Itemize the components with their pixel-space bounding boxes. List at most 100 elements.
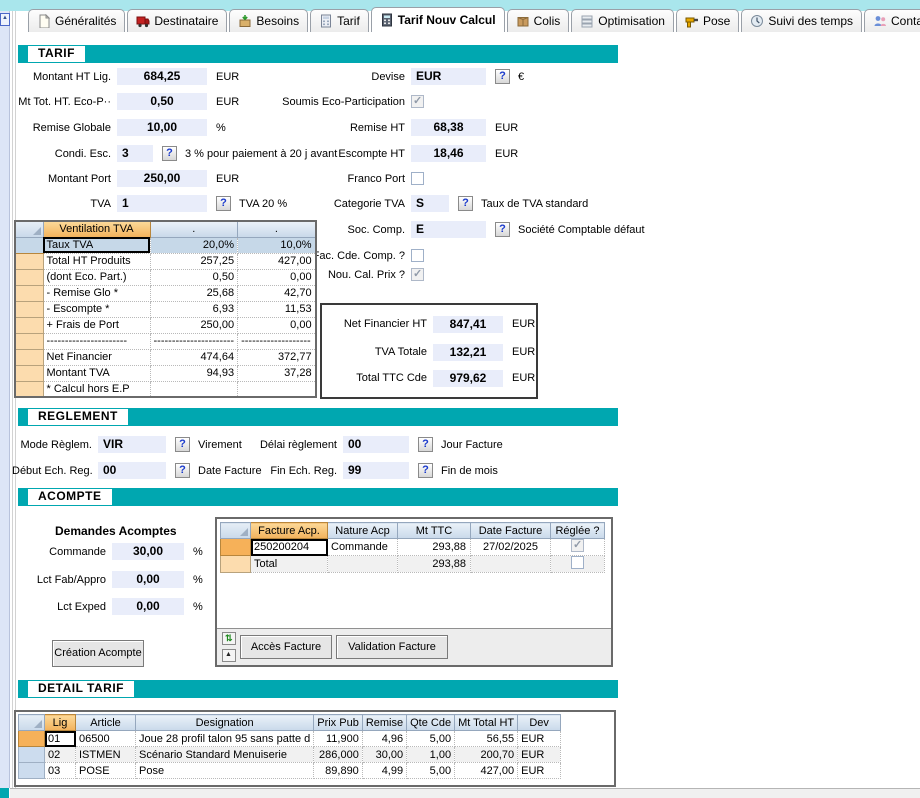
facture-cell[interactable]: Total [251,556,328,573]
article-cell[interactable]: 06500 [76,731,136,747]
fac-cde-comp-checkbox[interactable] [411,249,424,262]
dev-cell[interactable]: EUR [518,747,561,763]
row-header[interactable] [15,333,43,349]
row-header[interactable] [221,556,251,573]
ventilation-cell[interactable]: Montant TVA [43,365,150,381]
mt-tot-ht-ecop-input[interactable]: 0,50 [117,93,207,110]
qte-cde-cell[interactable]: 1,00 [407,747,455,763]
remise-ht-input[interactable]: 68,38 [411,119,486,136]
row-header[interactable] [15,317,43,333]
ventilation-cell[interactable]: 6,93 [150,301,238,317]
row-header[interactable] [15,349,43,365]
row-header[interactable] [15,285,43,301]
help-button[interactable]: ? [458,196,473,211]
up-triangle-icon[interactable] [222,649,236,662]
dev-cell[interactable]: EUR [518,763,561,779]
row-header[interactable] [221,539,251,556]
left-scrollbar[interactable] [0,11,10,788]
ventilation-cell[interactable]: 42,70 [238,285,316,301]
montant-ht-lig-input[interactable]: 684,25 [117,68,207,85]
row-header[interactable] [15,381,43,397]
row-header[interactable] [19,731,45,747]
ventilation-cell[interactable]: 474,64 [150,349,238,365]
lig-cell[interactable]: 02 [45,747,76,763]
help-button[interactable]: ? [175,437,190,452]
dev-cell[interactable]: EUR [518,731,561,747]
row-header[interactable] [15,253,43,269]
reglee-checkbox[interactable] [571,539,584,552]
tab-tarif[interactable]: Tarif [310,9,369,32]
categorie-tva-input[interactable]: S [411,195,449,212]
lct-exped-input[interactable]: 0,00 [112,598,184,615]
article-cell[interactable]: ISTMEN [76,747,136,763]
select-all-triangle-icon[interactable] [221,523,251,539]
validation-facture-button[interactable]: Validation Facture [336,635,448,659]
row-header[interactable] [19,763,45,779]
acces-facture-button[interactable]: Accès Facture [240,635,332,659]
devise-input[interactable]: EUR [411,68,486,85]
ventilation-cell[interactable]: 37,28 [238,365,316,381]
tab-pose[interactable]: Pose [676,9,739,32]
article-cell[interactable]: POSE [76,763,136,779]
help-button[interactable]: ? [175,463,190,478]
tab-contacts[interactable]: Contacts [864,9,920,32]
lig-cell[interactable]: 01 [45,731,76,747]
mt-ttc-cell[interactable]: 293,88 [398,556,471,573]
ventilation-cell[interactable]: Total HT Produits [43,253,150,269]
scroll-up-button[interactable] [0,13,10,26]
fin-ech-reg-input[interactable]: 99 [343,462,409,479]
ventilation-cell[interactable]: Taux TVA [43,237,150,253]
help-button[interactable]: ? [162,146,177,161]
remise-cell[interactable]: 4,99 [362,763,406,779]
ventilation-cell[interactable]: - Escompte * [43,301,150,317]
qte-cde-cell[interactable]: 5,00 [407,763,455,779]
ventilation-cell[interactable]: 250,00 [150,317,238,333]
designation-cell[interactable]: Scénario Standard Menuiserie [136,747,314,763]
remise-cell[interactable]: 30,00 [362,747,406,763]
remise-globale-input[interactable]: 10,00 [117,119,207,136]
soumis-eco-checkbox[interactable] [411,95,424,108]
ventilation-cell[interactable]: 20,0% [150,237,238,253]
row-header[interactable] [15,365,43,381]
help-button[interactable]: ? [418,437,433,452]
help-button[interactable]: ? [418,463,433,478]
ventilation-cell[interactable]: - Remise Glo * [43,285,150,301]
tab-generalites[interactable]: Généralités [28,9,125,32]
ventilation-cell[interactable]: 0,00 [238,269,316,285]
remise-cell[interactable]: 4,96 [362,731,406,747]
mt-ttc-cell[interactable]: 293,88 [398,539,471,556]
creation-acompte-button[interactable]: Création Acompte [52,640,144,667]
ventilation-cell[interactable]: 10,0% [238,237,316,253]
facture-cell[interactable]: 250200204 [251,539,328,556]
ventilation-cell[interactable]: 257,25 [150,253,238,269]
condi-esc-input[interactable]: 3 [117,145,153,162]
row-header[interactable] [15,269,43,285]
ventilation-cell[interactable]: + Frais de Port [43,317,150,333]
designation-cell[interactable]: Pose [136,763,314,779]
tva-input[interactable]: 1 [117,195,207,212]
ventilation-cell[interactable]: 0,50 [150,269,238,285]
ventilation-cell[interactable]: (dont Eco. Part.) [43,269,150,285]
soc-comp-input[interactable]: E [411,221,486,238]
mt-total-ht-cell[interactable]: 427,00 [455,763,518,779]
mt-total-ht-cell[interactable]: 56,55 [455,731,518,747]
commande-input[interactable]: 30,00 [112,543,184,560]
row-header[interactable] [19,747,45,763]
tab-suivi-des-temps[interactable]: Suivi des temps [741,9,862,32]
reglee-checkbox[interactable] [571,556,584,569]
debut-ech-reg-input[interactable]: 00 [98,462,166,479]
tab-colis[interactable]: Colis [507,9,570,32]
ventilation-cell[interactable]: 25,68 [150,285,238,301]
montant-port-input[interactable]: 250,00 [117,170,207,187]
prix-pub-cell[interactable]: 286,000 [314,747,363,763]
ventilation-cell[interactable]: 372,77 [238,349,316,365]
select-all-triangle-icon[interactable] [15,221,43,237]
ventilation-cell[interactable]: Net Financier [43,349,150,365]
mt-total-ht-cell[interactable]: 200,70 [455,747,518,763]
tab-besoins[interactable]: Besoins [229,9,308,32]
select-all-triangle-icon[interactable] [19,715,45,731]
mode-reglem-input[interactable]: VIR [98,436,166,453]
tab-tarif-nouv-calcul[interactable]: Tarif Nouv Calcul [371,7,505,32]
escompte-ht-input[interactable]: 18,46 [411,145,486,162]
ventilation-cell[interactable]: 0,00 [238,317,316,333]
